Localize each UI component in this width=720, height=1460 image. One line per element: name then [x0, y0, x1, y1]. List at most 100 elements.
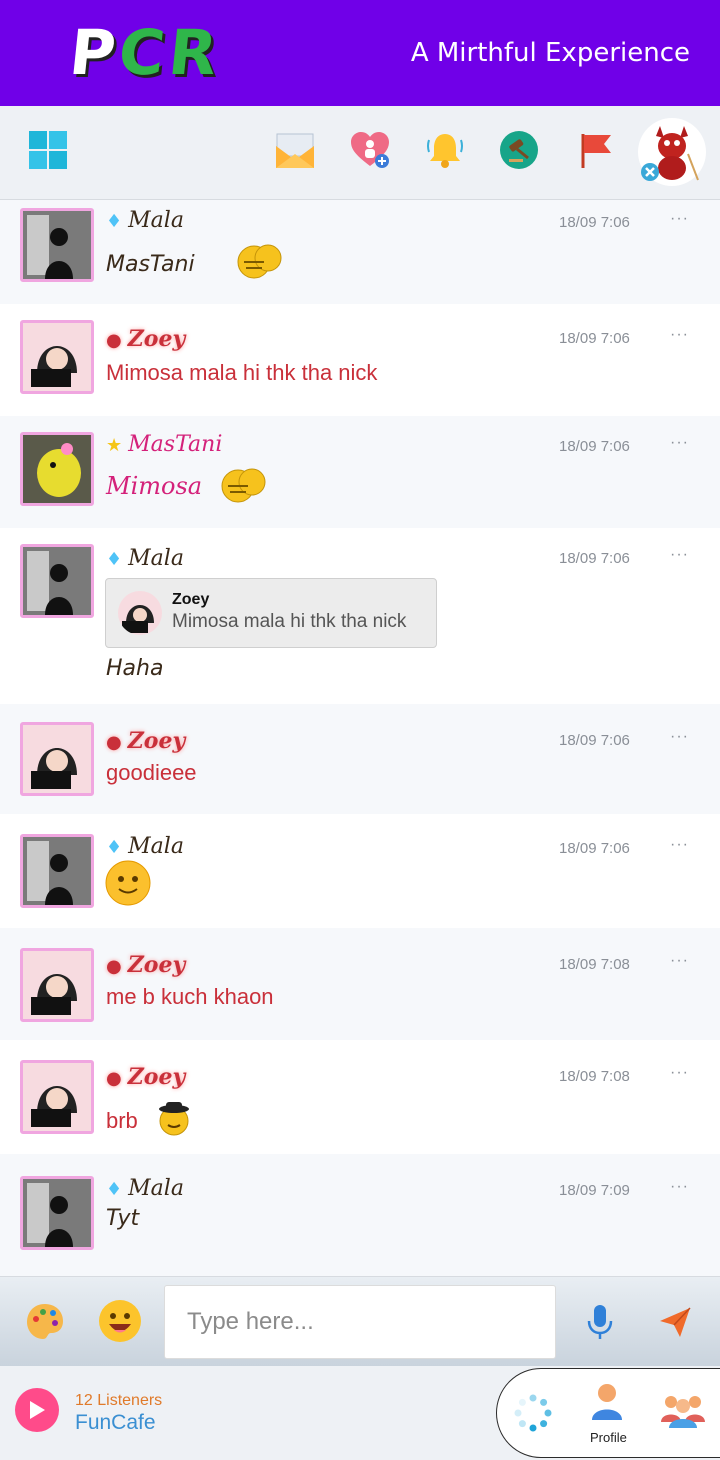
profile-icon[interactable] — [590, 1382, 624, 1422]
message-options-button[interactable]: ··· — [670, 1178, 689, 1196]
message-options-button[interactable]: ··· — [670, 546, 689, 564]
message-item: ● Zoey 18/09 7:06 ··· goodieee — [0, 704, 720, 814]
message-text: Mimosa mala hi thk tha nick — [106, 360, 378, 385]
message-composer — [0, 1276, 720, 1366]
quoted-reply[interactable]: Zoey Mimosa mala hi thk tha nick — [105, 578, 437, 648]
friend-requests-icon[interactable] — [348, 128, 392, 172]
play-icon — [30, 1401, 45, 1419]
message-options-button[interactable]: ··· — [670, 836, 689, 854]
flag-icon[interactable] — [573, 128, 617, 172]
message-text: Tyt — [106, 1206, 140, 1231]
message-item: ● Zoey 18/09 7:06 ··· Mimosa mala hi thk … — [0, 304, 720, 416]
message-options-button[interactable]: ··· — [670, 210, 689, 228]
windows-menu-icon[interactable] — [26, 128, 70, 172]
diamond-icon: ♦ — [106, 549, 123, 570]
app-logo[interactable]: P C R — [66, 16, 221, 89]
message-item: ● Zoey 18/09 7:08 ··· me b kuch khaon — [0, 928, 720, 1040]
message-time: 18/09 7:08 — [559, 1068, 630, 1085]
message-text: goodieee — [106, 760, 197, 785]
message-username[interactable]: ● Zoey — [106, 728, 185, 754]
message-time: 18/09 7:06 — [559, 550, 630, 567]
mail-icon[interactable] — [273, 128, 317, 172]
message-time: 18/09 7:06 — [559, 438, 630, 455]
smile-emoji-icon — [105, 860, 151, 906]
microphone-icon[interactable] — [586, 1303, 614, 1341]
emoji-picker-icon[interactable] — [98, 1299, 142, 1343]
message-item: ♦ Mala 18/09 7:06 ··· — [0, 814, 720, 928]
message-item: ★ MasTani 18/09 7:06 ··· Mimosa — [0, 416, 720, 528]
message-username[interactable]: ♦ Mala — [106, 834, 184, 859]
message-options-button[interactable]: ··· — [670, 952, 689, 970]
bear-icon: ● — [106, 956, 122, 977]
message-options-button[interactable]: ··· — [670, 434, 689, 452]
message-time: 18/09 7:06 — [559, 330, 630, 347]
message-username[interactable]: ★ MasTani — [106, 432, 222, 457]
message-input[interactable] — [164, 1285, 556, 1359]
app-header: P C R A Mirthful Experience — [0, 0, 720, 106]
avatar[interactable] — [20, 432, 94, 506]
message-username[interactable]: ♦ Mala — [106, 546, 184, 571]
message-username[interactable]: ● Zoey — [106, 1064, 185, 1090]
avatar[interactable] — [20, 544, 94, 618]
reply-text: Mimosa mala hi thk tha nick — [172, 611, 407, 632]
hug-emoji-icon — [218, 462, 270, 504]
logo-letter-r: R — [165, 16, 221, 89]
bear-icon: ● — [106, 1068, 122, 1089]
message-item: ♦ Mala 18/09 7:06 ··· Zoey Mimosa mala hi… — [0, 528, 720, 704]
users-icon[interactable] — [660, 1390, 706, 1430]
spy-emoji-icon — [156, 1100, 192, 1136]
avatar[interactable] — [20, 834, 94, 908]
bear-icon: ● — [106, 732, 122, 753]
avatar[interactable] — [20, 948, 94, 1022]
message-username[interactable]: ♦ Mala — [106, 208, 184, 233]
hug-emoji-icon — [234, 238, 286, 280]
reply-avatar — [118, 591, 162, 635]
message-text: Haha — [106, 656, 164, 681]
message-time: 18/09 7:06 — [559, 732, 630, 749]
user-avatar[interactable] — [638, 118, 706, 186]
message-text: brb — [106, 1108, 138, 1133]
message-options-button[interactable]: ··· — [670, 326, 689, 344]
palette-icon[interactable] — [24, 1301, 66, 1343]
avatar[interactable] — [20, 1176, 94, 1250]
message-options-button[interactable]: ··· — [670, 728, 689, 746]
message-time: 18/09 7:08 — [559, 956, 630, 973]
avatar[interactable] — [20, 320, 94, 394]
toolbar — [0, 106, 720, 200]
message-time: 18/09 7:06 — [559, 214, 630, 231]
message-time: 18/09 7:09 — [559, 1182, 630, 1199]
message-text: Mimosa — [106, 472, 203, 500]
app-tagline: A Mirthful Experience — [410, 38, 690, 68]
logo-letter-c: C — [115, 16, 169, 89]
radio-play-button[interactable] — [15, 1388, 59, 1432]
gavel-icon[interactable] — [497, 128, 541, 172]
message-text: MasTani — [106, 252, 195, 277]
message-options-button[interactable]: ··· — [670, 1064, 689, 1082]
bottom-bar: 12 Listeners FunCafe Profile — [0, 1366, 720, 1460]
station-name[interactable]: FunCafe — [75, 1411, 156, 1435]
diamond-icon: ♦ — [106, 837, 123, 858]
avatar[interactable] — [20, 208, 94, 282]
diamond-icon: ♦ — [106, 211, 123, 232]
listener-count: 12 Listeners — [75, 1392, 163, 1409]
message-username[interactable]: ♦ Mala — [106, 1176, 184, 1201]
bell-icon[interactable] — [423, 128, 467, 172]
avatar[interactable] — [20, 1060, 94, 1134]
message-username[interactable]: ● Zoey — [106, 326, 185, 352]
message-item: ♦ Mala 18/09 7:06 ··· MasTani — [0, 200, 720, 304]
avatar[interactable] — [20, 722, 94, 796]
logo-letter-p: P — [66, 16, 120, 89]
message-time: 18/09 7:06 — [559, 840, 630, 857]
bear-icon: ● — [106, 330, 122, 351]
reply-username: Zoey — [172, 591, 210, 608]
star-icon: ★ — [106, 435, 123, 456]
send-icon[interactable] — [658, 1305, 692, 1339]
loading-spinner-icon[interactable] — [514, 1394, 552, 1432]
profile-label[interactable]: Profile — [590, 1430, 627, 1445]
message-username[interactable]: ● Zoey — [106, 952, 185, 978]
diamond-icon: ♦ — [106, 1179, 123, 1200]
chat-messages: ♦ Mala 18/09 7:06 ··· MasTani ● Zoey 18/09… — [0, 200, 720, 1276]
message-item: ● Zoey 18/09 7:08 ··· brb — [0, 1040, 720, 1154]
message-text: me b kuch khaon — [106, 984, 274, 1009]
message-item: ♦ Mala 18/09 7:09 ··· Tyt — [0, 1154, 720, 1276]
